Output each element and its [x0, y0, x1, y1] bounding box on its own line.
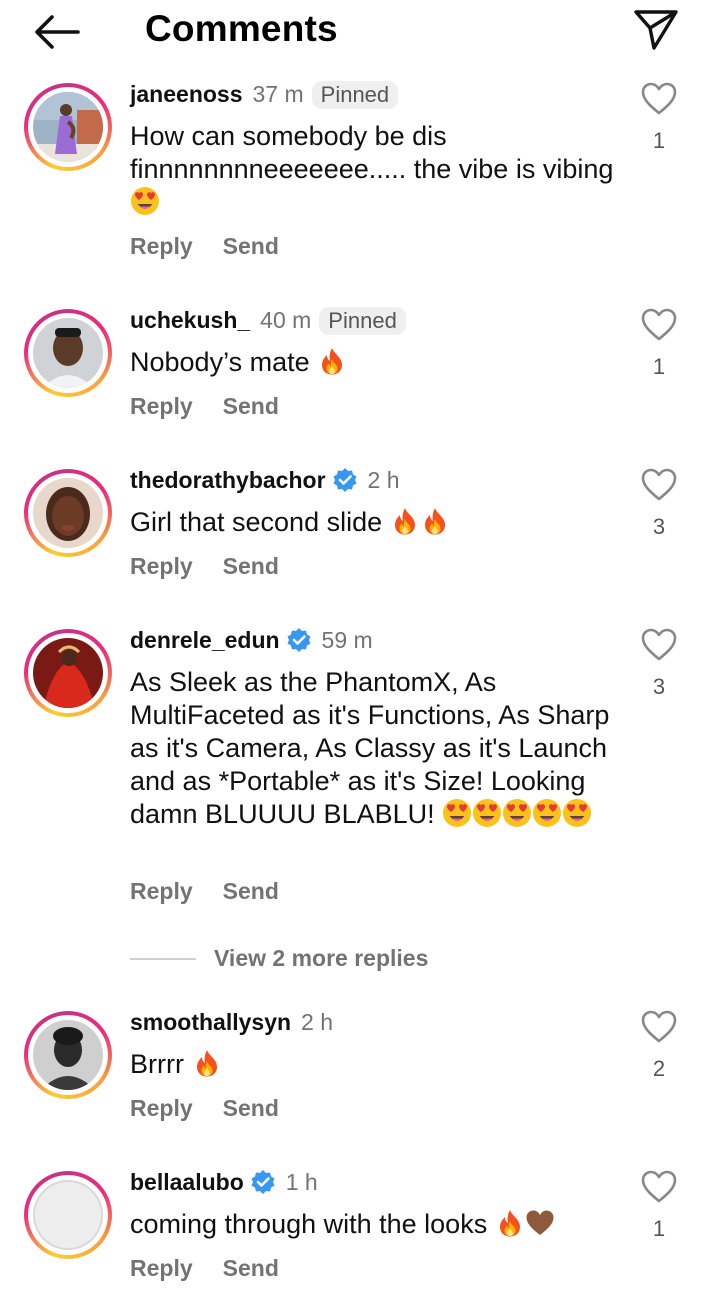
- heart-eyes-emoji: [442, 798, 472, 828]
- comment-time: 2 h: [301, 1009, 334, 1035]
- comments-header: Comments: [0, 0, 720, 62]
- avatar[interactable]: [24, 83, 112, 171]
- comment-text: How can somebody be dis finnnnnnnneeeeee…: [130, 120, 625, 219]
- like-count: 1: [652, 128, 666, 153]
- heart-outline-icon[interactable]: [641, 308, 677, 342]
- brown-heart-emoji: [525, 1208, 555, 1238]
- reply-button[interactable]: Reply: [130, 553, 193, 579]
- heart-outline-icon[interactable]: [641, 1170, 677, 1204]
- verified-badge-icon: [250, 1169, 276, 1195]
- like-count: 3: [652, 674, 666, 699]
- arrow-left-icon[interactable]: [30, 12, 82, 52]
- verified-badge-icon: [332, 467, 358, 493]
- comment-time: 40 m: [260, 307, 312, 333]
- avatar[interactable]: [24, 1171, 112, 1259]
- heart-outline-icon[interactable]: [641, 628, 677, 662]
- heart-outline-icon[interactable]: [641, 82, 677, 116]
- heart-eyes-emoji: [562, 798, 592, 828]
- comment-time: 59 m: [321, 627, 373, 653]
- heart-eyes-emoji: [472, 798, 502, 828]
- comment-username[interactable]: bellaalubo: [130, 1169, 244, 1195]
- comment-text: Nobody’s mate: [130, 346, 625, 379]
- comment-text: Girl that second slide: [130, 506, 625, 539]
- page-title: Comments: [145, 8, 338, 49]
- comment-username[interactable]: janeenoss: [130, 81, 243, 107]
- reply-button[interactable]: Reply: [130, 1255, 193, 1281]
- view-more-replies[interactable]: View 2 more replies: [130, 945, 530, 975]
- heart-eyes-emoji: [130, 186, 160, 216]
- pinned-badge: Pinned: [319, 307, 406, 335]
- send-button[interactable]: Send: [223, 1255, 279, 1281]
- reply-button[interactable]: Reply: [130, 878, 193, 904]
- fire-emoji: [420, 506, 450, 536]
- comment-time: 1 h: [285, 1169, 318, 1195]
- paper-plane-icon[interactable]: [632, 8, 680, 52]
- reply-button[interactable]: Reply: [130, 233, 193, 259]
- like-count: 2: [652, 1056, 666, 1081]
- comment-time: 37 m: [252, 81, 304, 107]
- fire-emoji: [192, 1048, 222, 1078]
- verified-badge-icon: [286, 627, 312, 653]
- avatar[interactable]: [24, 309, 112, 397]
- heart-eyes-emoji: [502, 798, 532, 828]
- heart-eyes-emoji: [532, 798, 562, 828]
- like-count: 1: [652, 1216, 666, 1241]
- like-count: 3: [652, 514, 666, 539]
- comment-text: As Sleek as the PhantomX, As MultiFacete…: [130, 667, 610, 829]
- avatar[interactable]: [24, 629, 112, 717]
- send-button[interactable]: Send: [223, 233, 279, 259]
- fire-emoji: [317, 346, 347, 376]
- fire-emoji: [390, 506, 420, 536]
- send-button[interactable]: Send: [223, 1095, 279, 1121]
- reply-button[interactable]: Reply: [130, 393, 193, 419]
- comment-username[interactable]: uchekush_: [130, 307, 250, 333]
- comment-username[interactable]: thedorathybachor: [130, 467, 326, 493]
- divider: [130, 958, 196, 960]
- heart-outline-icon[interactable]: [641, 1010, 677, 1044]
- like-count: 1: [652, 354, 666, 379]
- comment-text: Brrrr: [130, 1048, 625, 1081]
- send-button[interactable]: Send: [223, 553, 279, 579]
- view-more-replies-label[interactable]: View 2 more replies: [214, 945, 428, 972]
- comment-username[interactable]: denrele_edun: [130, 627, 280, 653]
- avatar[interactable]: [24, 469, 112, 557]
- comment-time: 2 h: [367, 467, 400, 493]
- fire-emoji: [495, 1208, 525, 1238]
- send-button[interactable]: Send: [223, 878, 279, 904]
- avatar[interactable]: [24, 1011, 112, 1099]
- pinned-badge: Pinned: [311, 81, 399, 109]
- heart-outline-icon[interactable]: [641, 468, 677, 502]
- comment-text: coming through with the looks: [130, 1208, 625, 1241]
- reply-button[interactable]: Reply: [130, 1095, 193, 1121]
- send-button[interactable]: Send: [223, 393, 279, 419]
- comment-username[interactable]: smoothallysyn: [130, 1009, 291, 1035]
